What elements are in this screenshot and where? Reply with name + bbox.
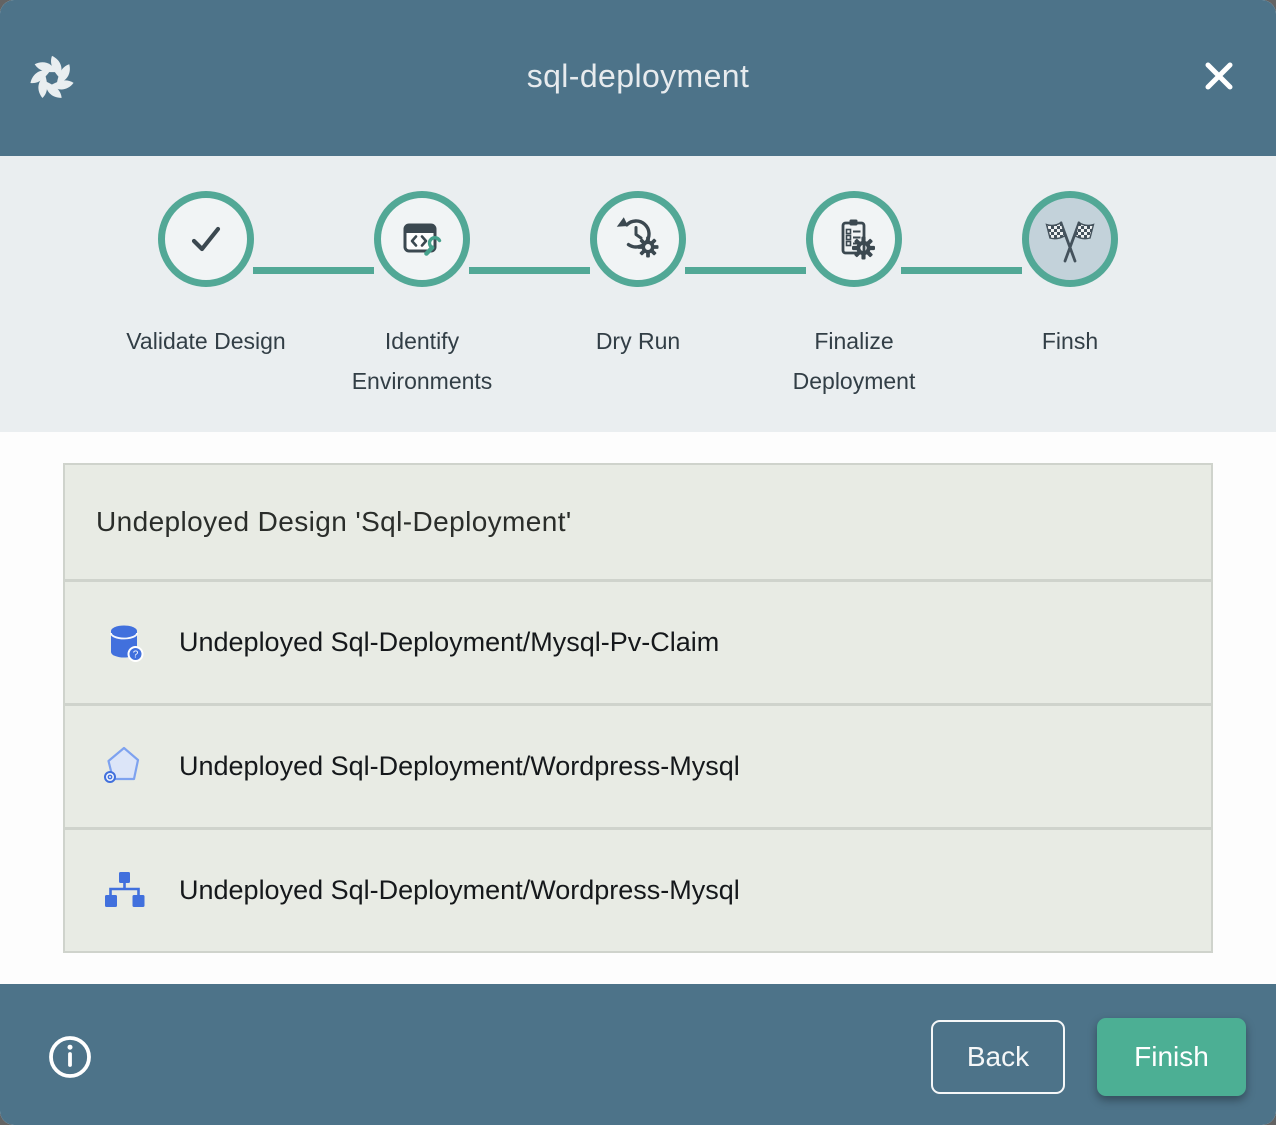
results-section: Undeployed Design 'Sql-Deployment' ? Und… [0, 432, 1276, 984]
step-finish-circle[interactable] [1022, 191, 1118, 287]
close-button[interactable] [1196, 53, 1242, 99]
info-icon [47, 1034, 93, 1080]
step-label: Dry Run [596, 321, 680, 361]
result-row: Undeployed Sql-Deployment/Wordpress-Mysq… [65, 830, 1211, 951]
step-finalize-deployment: Finalize Deployment [746, 191, 962, 401]
wizard-stepper: Validate Design Identify Environments [0, 156, 1276, 432]
dialog-footer: Back Finish [0, 984, 1276, 1125]
step-validate-design-circle[interactable] [158, 191, 254, 287]
pentagon-icon [100, 743, 148, 791]
step-validate-design: Validate Design [98, 191, 314, 401]
step-label: Validate Design [126, 321, 285, 361]
result-header-row: Undeployed Design 'Sql-Deployment' [65, 465, 1211, 579]
step-connector [685, 267, 806, 274]
step-connector [469, 267, 590, 274]
step-label: Finsh [1042, 321, 1098, 361]
dialog-header: sql-deployment [0, 0, 1276, 156]
step-connector [253, 267, 374, 274]
step-dry-run: Dry Run [530, 191, 746, 401]
step-label: Identify Environments [327, 321, 517, 401]
code-window-wrench-icon [398, 215, 446, 263]
info-button[interactable] [47, 1034, 93, 1080]
result-row: Undeployed Sql-Deployment/Wordpress-Mysq… [65, 706, 1211, 827]
clipboard-gear-icon [830, 215, 878, 263]
check-icon [182, 215, 230, 263]
step-connector [901, 267, 1022, 274]
database-icon: ? [100, 619, 148, 667]
step-finish: Finsh [962, 191, 1178, 401]
step-finalize-deployment-circle[interactable] [806, 191, 902, 287]
checkered-flags-icon [1042, 211, 1098, 267]
deployment-wizard-dialog: sql-deployment Validate Design [0, 0, 1276, 1125]
dialog-title: sql-deployment [0, 58, 1276, 95]
result-row: ? Undeployed Sql-Deployment/Mysql-Pv-Cla… [65, 582, 1211, 703]
result-text: Undeployed Sql-Deployment/Wordpress-Mysq… [179, 875, 740, 906]
back-button[interactable]: Back [931, 1020, 1065, 1094]
step-label: Finalize Deployment [759, 321, 949, 401]
svg-text:?: ? [133, 649, 139, 660]
finish-button[interactable]: Finish [1097, 1018, 1246, 1096]
result-text: Undeployed Sql-Deployment/Wordpress-Mysq… [179, 751, 740, 782]
step-identify-environments-circle[interactable] [374, 191, 470, 287]
hierarchy-icon [100, 867, 148, 915]
close-icon [1202, 59, 1236, 93]
results-panel: Undeployed Design 'Sql-Deployment' ? Und… [63, 463, 1213, 953]
result-text: Undeployed Sql-Deployment/Mysql-Pv-Claim [179, 627, 719, 658]
result-header-text: Undeployed Design 'Sql-Deployment' [96, 506, 572, 538]
step-identify-environments: Identify Environments [314, 191, 530, 401]
step-dry-run-circle[interactable] [590, 191, 686, 287]
sync-clock-gear-icon [614, 215, 662, 263]
